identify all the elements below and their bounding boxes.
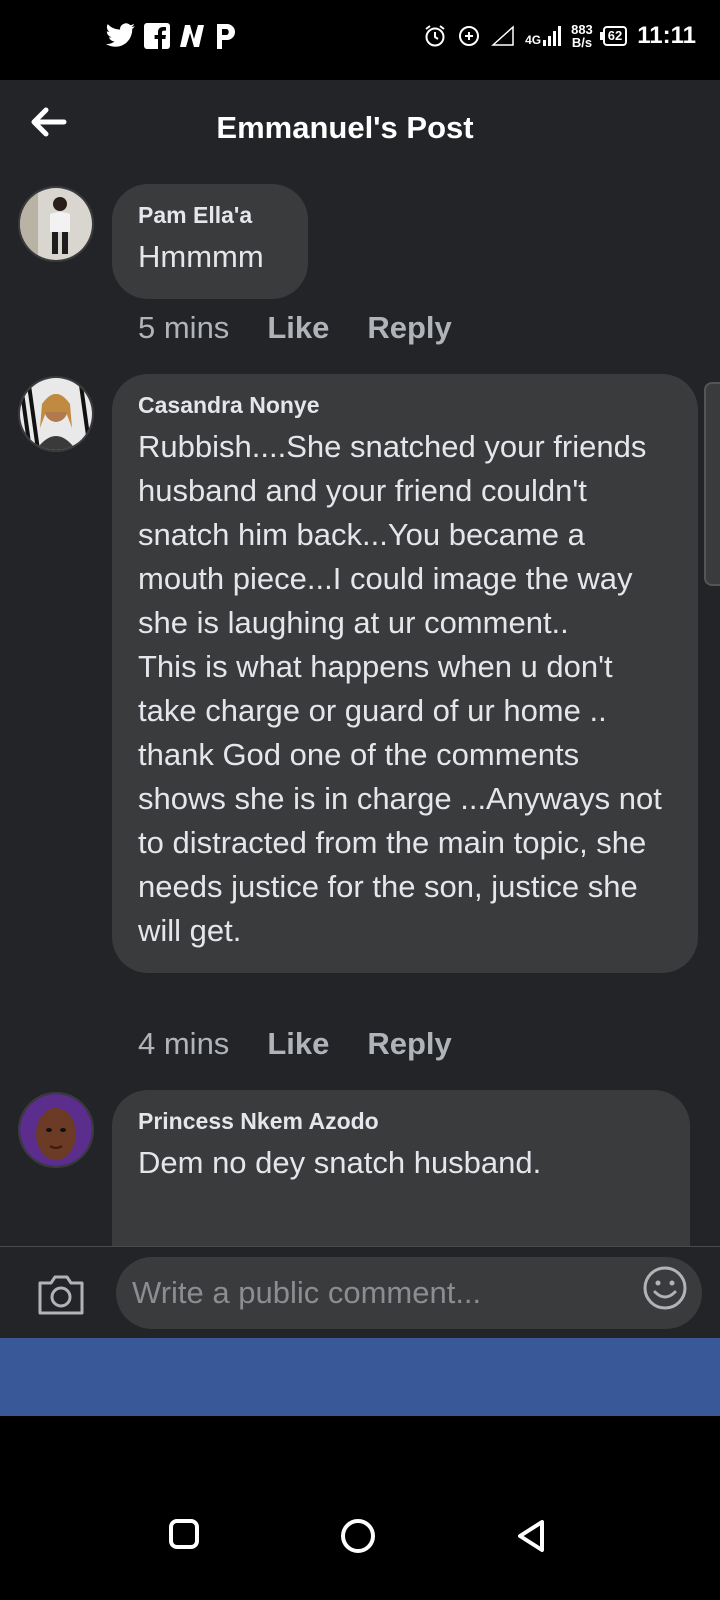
page-title: Emmanuel's Post [216,110,474,145]
alarm-icon [425,25,445,47]
comment-actions: 5 mins Like Reply [138,310,452,346]
comment-input-placeholder: Write a public comment... [132,1275,482,1310]
nairaland-icon [180,25,204,47]
reply-button[interactable]: Reply [367,1026,451,1062]
avatar[interactable] [18,1092,94,1168]
signal-empty-icon [491,25,514,46]
comment-actions: 4 mins Like Reply [138,1026,452,1062]
comment-time: 5 mins [138,310,230,345]
comment-author[interactable]: Princess Nkem Azodo [138,1108,664,1135]
comment-bubble[interactable]: Pam Ella'a Hmmmm [112,184,308,299]
like-button[interactable]: Like [267,1026,329,1062]
reply-button[interactable]: Reply [367,310,451,346]
p-app-icon [217,24,235,49]
comment-author[interactable]: Pam Ella'a [138,202,282,229]
back-icon[interactable] [514,1518,548,1554]
system-status: 4G 883 B/s 62 11:11 [423,22,696,50]
comment-input[interactable]: Write a public comment... [116,1257,702,1329]
comment-time: 4 mins [138,1026,230,1061]
battery-icon: 62 [599,26,628,46]
network-speed: 883 B/s [571,23,593,49]
status-bar: 4G 883 B/s 62 11:11 [0,0,720,80]
avatar-image [20,188,92,260]
clock: 11:11 [637,22,696,49]
comment-bubble[interactable]: Casandra Nonye Rubbish....She snatched y… [112,374,698,973]
avatar-image [20,1094,92,1166]
network-indicator: 4G [525,26,562,47]
comment-text: Dem no dey snatch husband. [138,1145,542,1180]
comment-bubble[interactable]: Princess Nkem Azodo Dem no dey snatch hu… [112,1090,690,1246]
keyboard-spacer-bar [0,1338,720,1416]
facebook-icon [144,23,170,49]
twitter-icon [106,23,135,47]
avatar[interactable] [18,376,94,452]
speed-unit: B/s [571,35,593,50]
post-header: Emmanuel's Post [0,80,720,176]
recents-icon[interactable] [168,1518,200,1550]
comment-composer: Write a public comment... [0,1246,720,1339]
emoji-icon[interactable] [642,1265,688,1311]
signal-icon [543,26,562,46]
camera-icon[interactable] [36,1273,86,1317]
data-saver-icon [459,26,480,46]
system-navigation-bar [0,1416,720,1600]
comment-text: Rubbish....She snatched your friends hus… [138,429,662,948]
comment-author[interactable]: Casandra Nonye [138,392,672,419]
avatar[interactable] [18,186,94,262]
avatar-image [20,378,92,450]
home-icon[interactable] [340,1518,376,1554]
scroll-handle[interactable] [704,382,720,586]
notification-icons [106,22,238,50]
comment-text: Hmmmm [138,239,264,274]
network-type: 4G [525,33,542,47]
comments-list[interactable]: Pam Ella'a Hmmmm 5 mins Like Reply Casan… [0,176,720,1246]
like-button[interactable]: Like [267,310,329,346]
